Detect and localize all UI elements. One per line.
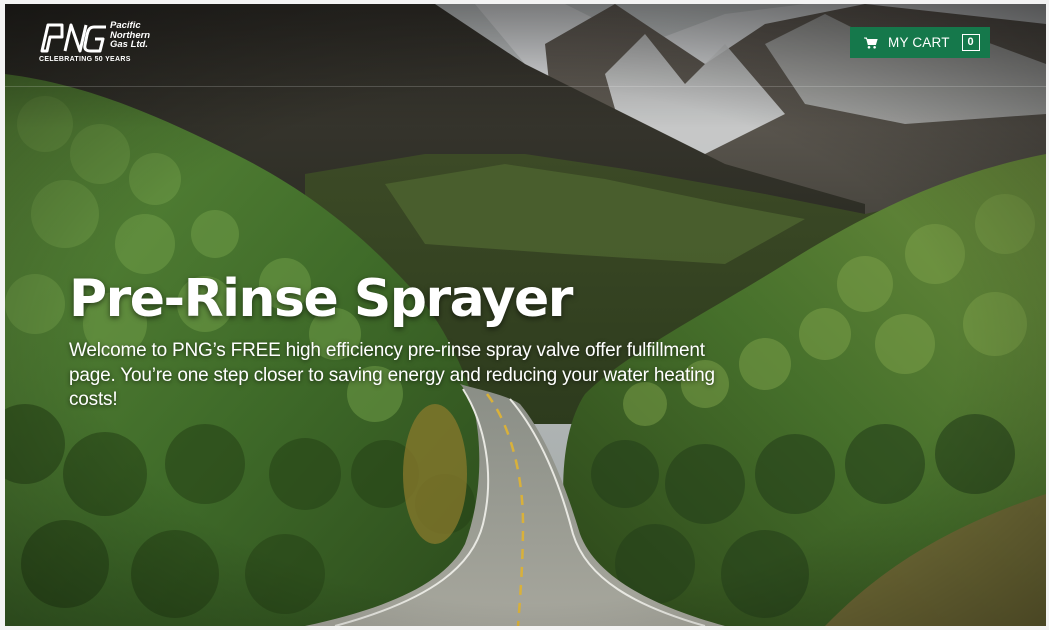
cart-count-badge: 0 <box>961 34 980 51</box>
png-logo[interactable]: Pacific Northern Gas Ltd. CELEBRATING 50… <box>36 21 166 69</box>
page-viewport: Pacific Northern Gas Ltd. CELEBRATING 50… <box>5 4 1046 626</box>
hero-intro-text: Welcome to PNG’s FREE high efficiency pr… <box>69 340 715 410</box>
logo-tagline: CELEBRATING 50 YEARS <box>39 56 131 63</box>
page-title: Pre-Rinse Sprayer <box>69 269 573 329</box>
logo-company-name: Pacific Northern Gas Ltd. <box>110 20 151 50</box>
my-cart-button[interactable]: MY CART 0 <box>850 27 990 58</box>
png-logo-mark <box>40 23 106 53</box>
shopping-cart-icon <box>864 37 878 49</box>
my-cart-label: MY CART <box>888 35 950 50</box>
site-header: Pacific Northern Gas Ltd. CELEBRATING 50… <box>5 4 1046 87</box>
